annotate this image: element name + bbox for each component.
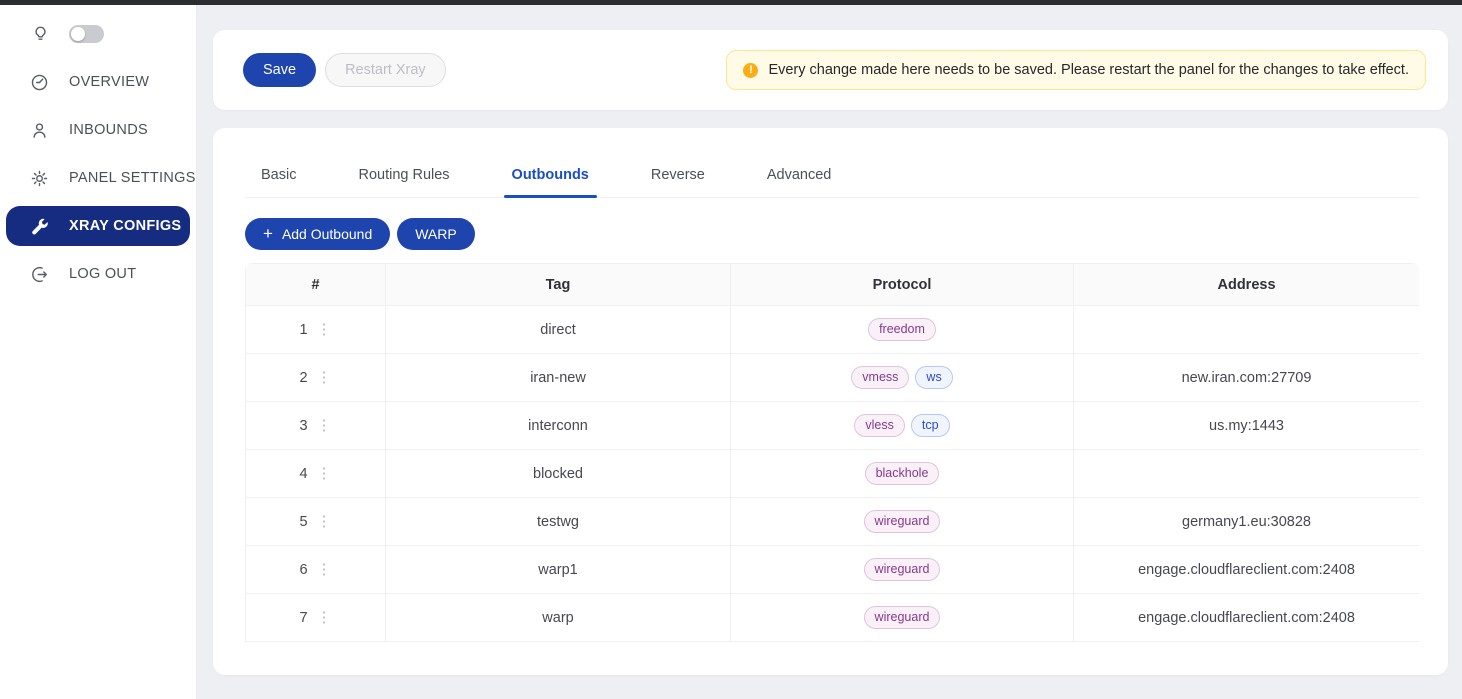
sidebar-item-label: INBOUNDS — [69, 122, 148, 138]
toolbar-buttons: Save Restart Xray — [243, 53, 446, 87]
row-address: germany1.eu:30828 — [1074, 498, 1420, 546]
warning-icon: ! — [743, 63, 758, 78]
restart-xray-button[interactable]: Restart Xray — [325, 53, 446, 87]
transport-badge: tcp — [911, 414, 950, 437]
gear-icon — [30, 169, 49, 188]
content-card: Basic Routing Rules Outbounds Reverse Ad… — [213, 128, 1448, 675]
table-row: 2 ⋮ iran-new vmessws new.iran.com:27709 — [246, 354, 1420, 402]
row-number: 2 — [299, 370, 307, 386]
window-top-strip — [0, 0, 1462, 5]
sidebar-item-label: XRAY CONFIGS — [69, 218, 181, 234]
row-menu-icon[interactable]: ⋮ — [317, 514, 332, 529]
column-header-tag: Tag — [386, 264, 731, 306]
row-address: new.iran.com:27709 — [1074, 354, 1420, 402]
theme-toggle-row — [0, 10, 196, 58]
row-tag: direct — [386, 306, 731, 354]
protocol-badge: blackhole — [865, 462, 940, 485]
row-tag: iran-new — [386, 354, 731, 402]
sidebar: OVERVIEW INBOUNDS PANEL SETTINGS XRAY CO… — [0, 5, 197, 699]
row-menu-icon[interactable]: ⋮ — [317, 562, 332, 577]
transport-badge: ws — [915, 366, 952, 389]
warp-button[interactable]: WARP — [397, 218, 474, 250]
user-icon — [30, 121, 49, 140]
table-row: 4 ⋮ blocked blackhole — [246, 450, 1420, 498]
protocol-badge: vmess — [851, 366, 909, 389]
outbounds-table: # Tag Protocol Address 1 ⋮ direct freedom — [245, 263, 1419, 642]
row-number: 6 — [299, 562, 307, 578]
table-header-row: # Tag Protocol Address — [246, 264, 1420, 306]
row-tag: warp — [386, 594, 731, 642]
row-tag: blocked — [386, 450, 731, 498]
sidebar-item-inbounds[interactable]: INBOUNDS — [0, 106, 196, 154]
column-header-num: # — [246, 264, 386, 306]
table-row: 6 ⋮ warp1 wireguard engage.cloudflareclie… — [246, 546, 1420, 594]
protocol-badge: wireguard — [864, 558, 941, 581]
row-menu-icon[interactable]: ⋮ — [317, 370, 332, 385]
dashboard-icon — [30, 73, 49, 92]
sidebar-item-label: LOG OUT — [69, 266, 136, 282]
row-address: engage.cloudflareclient.com:2408 — [1074, 594, 1420, 642]
row-number: 3 — [299, 418, 307, 434]
row-tag: testwg — [386, 498, 731, 546]
sidebar-item-log-out[interactable]: LOG OUT — [0, 250, 196, 298]
row-number: 4 — [299, 466, 307, 482]
plus-icon: + — [263, 225, 273, 242]
row-menu-icon[interactable]: ⋮ — [317, 322, 332, 337]
protocol-badge: vless — [854, 414, 904, 437]
row-tag: warp1 — [386, 546, 731, 594]
tab-reverse[interactable]: Reverse — [651, 167, 705, 197]
sidebar-item-overview[interactable]: OVERVIEW — [0, 58, 196, 106]
tab-bar: Basic Routing Rules Outbounds Reverse Ad… — [245, 128, 1419, 198]
row-number: 5 — [299, 514, 307, 530]
outbound-actions: + Add Outbound WARP — [245, 218, 1419, 250]
sidebar-item-label: OVERVIEW — [69, 74, 149, 90]
sidebar-item-panel-settings[interactable]: PANEL SETTINGS — [0, 154, 196, 202]
row-number: 1 — [299, 322, 307, 338]
toolbar-card: Save Restart Xray ! Every change made he… — [213, 30, 1448, 110]
logout-icon — [30, 265, 49, 284]
table-row: 7 ⋮ warp wireguard engage.cloudflareclien… — [246, 594, 1420, 642]
row-tag: interconn — [386, 402, 731, 450]
tab-outbounds[interactable]: Outbounds — [512, 167, 589, 197]
tab-routing-rules[interactable]: Routing Rules — [358, 167, 449, 197]
table-row: 5 ⋮ testwg wireguard germany1.eu:30828 — [246, 498, 1420, 546]
row-address — [1074, 450, 1420, 498]
protocol-badge: freedom — [868, 318, 936, 341]
tab-advanced[interactable]: Advanced — [767, 167, 832, 197]
table-row: 1 ⋮ direct freedom — [246, 306, 1420, 354]
protocol-badge: wireguard — [864, 510, 941, 533]
sidebar-item-label: PANEL SETTINGS — [69, 170, 196, 186]
lightbulb-icon — [31, 25, 50, 44]
row-number: 7 — [299, 610, 307, 626]
warning-alert-text: Every change made here needs to be saved… — [768, 62, 1409, 78]
row-menu-icon[interactable]: ⋮ — [317, 466, 332, 481]
table-row: 3 ⋮ interconn vless tcp us.my:1443 — [246, 402, 1420, 450]
theme-toggle-switch[interactable] — [69, 25, 104, 43]
row-menu-icon[interactable]: ⋮ — [317, 610, 332, 625]
save-button[interactable]: Save — [243, 53, 316, 87]
column-header-protocol: Protocol — [731, 264, 1074, 306]
row-address: us.my:1443 — [1074, 402, 1420, 450]
toggle-knob — [71, 27, 85, 41]
sidebar-item-xray-configs[interactable]: XRAY CONFIGS — [6, 206, 190, 246]
row-address — [1074, 306, 1420, 354]
protocol-badge: wireguard — [864, 606, 941, 629]
main-content: Save Restart Xray ! Every change made he… — [213, 30, 1448, 675]
add-outbound-button[interactable]: + Add Outbound — [245, 218, 390, 250]
warning-alert: ! Every change made here needs to be sav… — [726, 50, 1426, 90]
row-address: engage.cloudflareclient.com:2408 — [1074, 546, 1420, 594]
row-menu-icon[interactable]: ⋮ — [317, 418, 332, 433]
tab-basic[interactable]: Basic — [261, 167, 296, 197]
wrench-icon — [30, 217, 49, 236]
add-outbound-label: Add Outbound — [282, 226, 372, 242]
column-header-address: Address — [1074, 264, 1420, 306]
